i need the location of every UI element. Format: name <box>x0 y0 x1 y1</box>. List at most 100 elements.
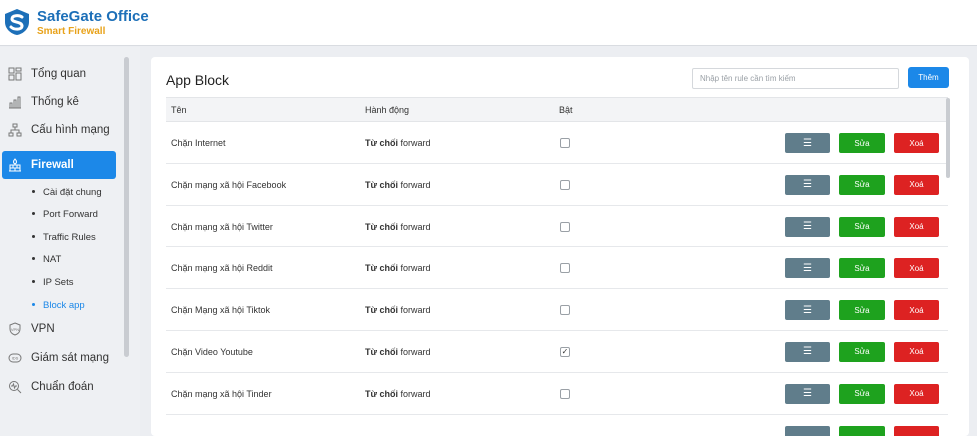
delete-button[interactable] <box>894 425 939 436</box>
menu-button[interactable]: ☰ <box>785 300 830 321</box>
subitem-label: NAT <box>43 254 62 265</box>
rule-action: Từ chối forward <box>365 263 431 274</box>
sidebar-subitem-ip-sets[interactable]: IP Sets <box>32 276 73 290</box>
dashboard-icon <box>8 67 22 81</box>
subitem-label: Block app <box>43 300 85 311</box>
table-row: Chặn Mạng xã hội Tiktok Từ chối forward … <box>166 289 948 331</box>
delete-button[interactable]: Xoá <box>894 341 939 362</box>
rule-name: Chặn Internet <box>171 138 226 148</box>
table-header: Tên Hành động Bật <box>166 97 948 122</box>
rule-action: Từ chối forward <box>365 346 431 357</box>
subitem-label: Port Forward <box>43 209 98 220</box>
edit-button[interactable]: Sửa <box>839 174 885 195</box>
enabled-checkbox[interactable] <box>560 221 570 232</box>
table-scrollbar[interactable] <box>946 98 950 178</box>
enabled-checkbox-checked[interactable]: ✓ <box>560 346 570 357</box>
bullet-icon <box>32 189 35 193</box>
edit-button[interactable]: Sửa <box>839 258 885 279</box>
delete-button[interactable]: Xoá <box>894 216 939 237</box>
delete-button[interactable]: Xoá <box>894 174 939 195</box>
app-header: SafeGate Office Smart Firewall <box>0 0 977 46</box>
table-row: Chặn Video Youtube Từ chối forward ✓ ☰ S… <box>166 331 948 373</box>
bullet-icon <box>32 211 35 215</box>
edit-button[interactable]: Sửa <box>839 341 885 362</box>
rule-name: Chặn mạng xã hội Twitter <box>171 221 273 232</box>
edit-button[interactable]: Sửa <box>839 383 885 404</box>
brand-title: SafeGate Office <box>37 8 149 25</box>
enabled-checkbox[interactable] <box>560 138 570 148</box>
menu-button[interactable]: ☰ <box>785 174 830 195</box>
delete-button[interactable]: Xoá <box>894 300 939 321</box>
rule-name: Chặn mạng xã hội Reddit <box>171 263 273 274</box>
menu-button[interactable]: ☰ <box>785 383 830 404</box>
add-button[interactable]: Thêm <box>908 67 949 88</box>
sidebar-subitem-traffic-rules[interactable]: Traffic Rules <box>32 231 96 245</box>
rule-action: Từ chối forward <box>365 221 431 232</box>
sidebar-item-label: VPN <box>31 323 55 335</box>
app-block-panel: App Block Thêm Tên Hành động Bật Chặn In… <box>151 57 969 436</box>
column-header-name: Tên <box>171 105 187 115</box>
page-title: App Block <box>166 72 230 88</box>
subitem-label: Cài đặt chung <box>43 187 102 198</box>
delete-button[interactable]: Xoá <box>894 258 939 279</box>
rule-name: Chặn mạng xã hội Facebook <box>171 179 287 190</box>
sidebar-item-firewall[interactable]: Firewall <box>2 151 116 179</box>
sidebar-item-label: Tổng quan <box>31 68 86 80</box>
menu-button[interactable]: ☰ <box>785 216 830 237</box>
network-icon <box>8 123 22 137</box>
bullet-icon <box>32 234 35 238</box>
sidebar-item-label: Chuẩn đoán <box>31 381 94 393</box>
enabled-checkbox[interactable] <box>560 263 570 274</box>
delete-button[interactable]: Xoá <box>894 383 939 404</box>
rule-name: Chặn Mạng xã hội Tiktok <box>171 305 271 316</box>
rule-action: Từ chối forward <box>365 138 431 148</box>
rule-action: Từ chối forward <box>365 305 431 316</box>
subitem-label: Traffic Rules <box>43 232 96 243</box>
ids-icon: IDS <box>8 353 22 363</box>
rule-name: Chặn mạng xã hội Tinder <box>171 388 272 399</box>
sidebar-subitem-port-forward[interactable]: Port Forward <box>32 208 98 222</box>
table-row <box>166 415 948 436</box>
enabled-checkbox[interactable] <box>560 179 570 190</box>
sidebar-subitem-nat[interactable]: NAT <box>32 253 61 267</box>
menu-button[interactable] <box>785 425 830 436</box>
edit-button[interactable]: Sửa <box>839 216 885 237</box>
delete-button[interactable]: Xoá <box>894 133 939 153</box>
sidebar-item-label: Thống kê <box>31 96 79 108</box>
sidebar-subitem-cai-dat-chung[interactable]: Cài đặt chung <box>32 186 102 200</box>
enabled-checkbox[interactable] <box>560 305 570 316</box>
sidebar-item-label: Giám sát mạng <box>31 352 109 364</box>
enabled-checkbox[interactable] <box>560 388 570 399</box>
edit-button[interactable]: Sửa <box>839 300 885 321</box>
menu-button[interactable]: ☰ <box>785 258 830 279</box>
table-row: Chặn mạng xã hội Tinder Từ chối forward … <box>166 373 948 415</box>
sidebar-subitem-block-app[interactable]: Block app <box>32 299 85 313</box>
safegate-logo-icon <box>5 9 29 35</box>
sidebar-scrollbar[interactable] <box>124 57 129 357</box>
table-row: Chặn mạng xã hội Facebook Từ chối forwar… <box>166 164 948 206</box>
diagnostics-icon <box>9 381 22 394</box>
edit-button[interactable]: Sửa <box>839 133 885 153</box>
table-row: Chặn mạng xã hội Reddit Từ chối forward … <box>166 247 948 290</box>
bullet-icon <box>32 256 35 260</box>
vpn-shield-icon: VPN <box>9 322 21 336</box>
column-header-action: Hành động <box>365 105 410 115</box>
edit-button[interactable] <box>839 425 885 436</box>
column-header-enabled: Bật <box>559 105 573 115</box>
rule-name: Chặn Video Youtube <box>171 346 253 357</box>
sidebar-item-label: Cấu hình mạng <box>31 124 110 136</box>
rule-action: Từ chối forward <box>365 388 431 399</box>
search-input[interactable] <box>692 68 899 89</box>
rules-table: Chặn Internet Từ chối forward ☰ Sửa Xoá … <box>166 122 948 436</box>
bullet-icon <box>32 302 35 306</box>
svg-text:IDS: IDS <box>12 356 19 361</box>
firewall-icon <box>9 158 21 172</box>
menu-button[interactable]: ☰ <box>785 341 830 362</box>
menu-button[interactable]: ☰ <box>785 133 830 153</box>
subitem-label: IP Sets <box>43 277 74 288</box>
table-row: Chặn Internet Từ chối forward ☰ Sửa Xoá <box>166 122 948 164</box>
chart-icon <box>9 96 21 109</box>
sidebar-item-label: Firewall <box>31 159 74 171</box>
brand-subtitle: Smart Firewall <box>37 26 106 37</box>
bullet-icon <box>32 279 35 283</box>
